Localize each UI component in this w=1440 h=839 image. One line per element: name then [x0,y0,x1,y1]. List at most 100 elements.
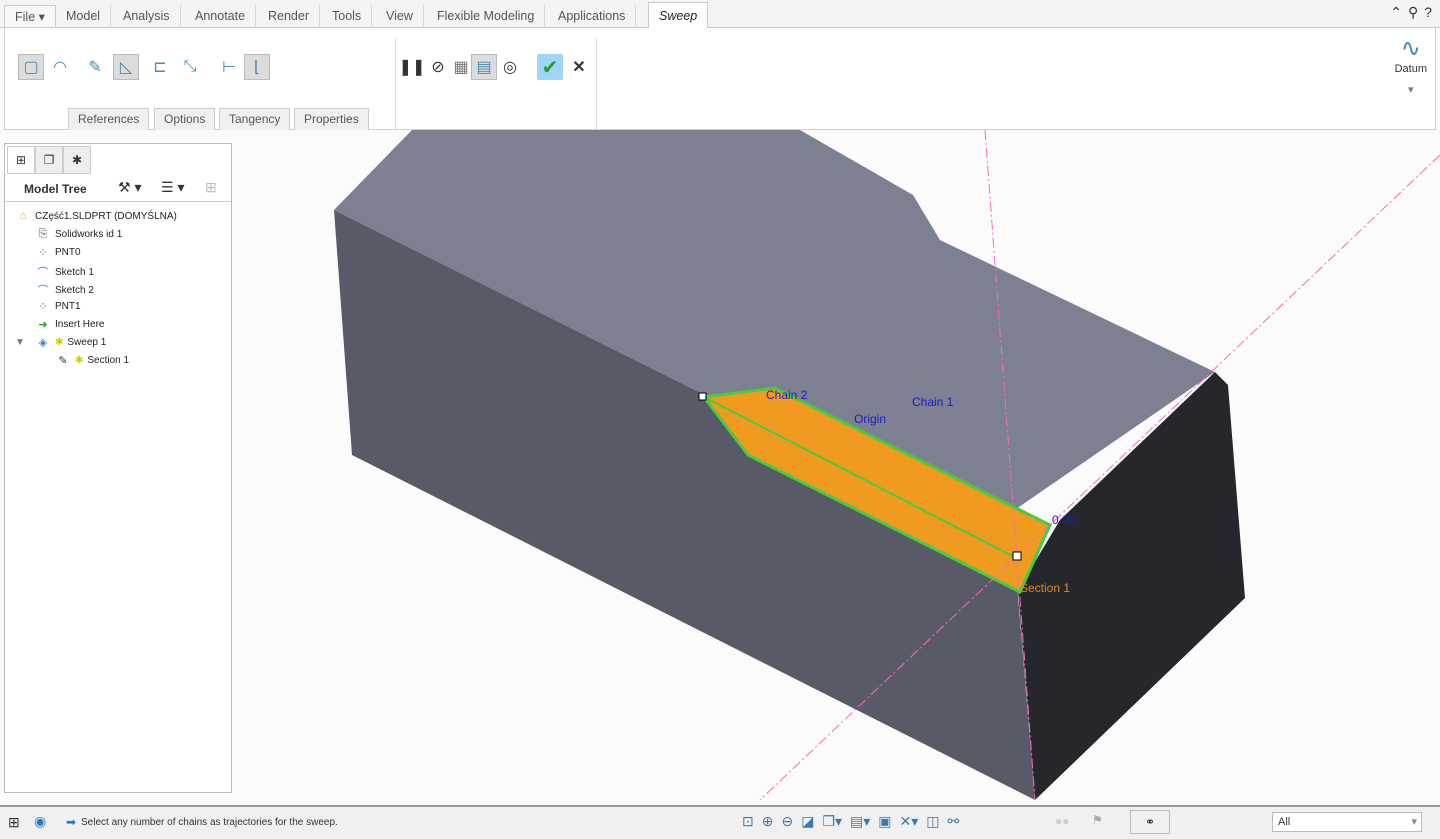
selection-filter-select[interactable]: All ▾ [1272,812,1422,832]
saved-views-icon[interactable]: ▤▾ [850,813,870,830]
tab-analysis[interactable]: Analysis [113,5,181,28]
record-icon[interactable]: ●● [1055,814,1070,828]
show-list-icon[interactable]: ☰ ▾ [161,179,184,196]
tree-item-label: Solidworks id 1 [55,229,123,240]
subtab-options[interactable]: Options [154,108,216,130]
repaint-icon[interactable]: ◪ [801,813,814,830]
tree-item-label: Sketch 1 [55,266,94,278]
datum-icon: ∿ [1400,35,1421,62]
browser-toggle-icon[interactable]: ◉ [34,813,46,830]
tree-item[interactable]: ⌒ Sketch 1 [35,264,94,280]
new-feature-star-icon: ✱ [75,355,84,366]
subtab-properties[interactable]: Properties [294,108,369,130]
tree-item[interactable]: ⌒ Sketch 2 [35,282,94,298]
tree-item[interactable]: ⁘ PNT0 [35,246,81,259]
tab-annotate[interactable]: Annotate [185,5,257,28]
chain2-label[interactable]: Chain 2 [766,388,807,402]
folder-browser-tab-icon[interactable]: ❐ [35,146,63,174]
annotation-display-icon[interactable]: ◫ [926,813,939,830]
tab-model[interactable]: Model [56,5,112,28]
model-tree-panel: ⊞ ❐ ✱ Model Tree ⚒ ▾ ☰ ▾ ⊞ ⌂ CZęść1.SLDPR… [4,143,232,793]
tab-tools[interactable]: Tools [322,5,373,28]
datum-display-icon[interactable]: ✕▾ [900,813,919,830]
tree-item[interactable]: ➜ Insert Here [35,318,104,331]
refit-icon[interactable]: ⊡ [742,813,754,830]
sketch-section-icon[interactable]: ✎ [82,54,108,80]
tab-applications[interactable]: Applications [548,5,637,28]
variable-section-icon[interactable]: ⌊ [244,54,270,80]
view-manager-icon[interactable]: ▣ [878,813,891,830]
file-menu[interactable]: File ▾ [4,5,56,28]
graphics-viewport[interactable]: Chain 2 Origin Chain 1 0.00 Section 1 [236,129,1440,805]
message-arrow-icon: ➡ [66,815,77,829]
part-icon: ⌂ [19,210,27,222]
section-label[interactable]: Section 1 [1020,581,1070,595]
insert-arrow-icon: ➜ [38,319,48,331]
flip-icon[interactable]: ⤡ [177,54,203,80]
tree-toggle-icon[interactable]: ⊞ [8,814,20,831]
tree-item[interactable]: ✎ ✱ Section 1 [55,354,129,367]
datum-button[interactable]: ∿ Datum ▾ [1395,34,1427,96]
sweep-icon: ◈ [38,337,48,349]
tree-item-label: CZęść1.SLDPRT (DOMYŚLNA) [35,210,177,222]
sketch-icon: ⌒ [37,285,49,297]
zoom-out-icon[interactable]: ⊖ [781,813,793,830]
favorites-tab-icon[interactable]: ✱ [63,146,91,174]
solid-icon[interactable]: ▢ [18,54,44,80]
surface-icon[interactable]: ◠ [47,54,73,80]
constant-section-icon[interactable]: ⊢ [216,54,242,80]
model-tree-title: Model Tree [24,182,87,196]
section-sketch-icon: ✎ [58,355,68,367]
new-feature-star-icon: ✱ [55,337,64,348]
tree-item-label: PNT1 [55,301,81,312]
subtab-tangency[interactable]: Tangency [219,108,291,130]
pause-icon[interactable]: ❚❚ [399,54,426,80]
datum-point-icon: ⁘ [38,301,48,313]
chevron-down-icon: ▾ [1411,816,1417,828]
tree-item-label: PNT0 [55,247,81,258]
search-icon[interactable]: ⚲ [1408,4,1418,21]
find-binoculars-icon[interactable]: ⚭ [1130,810,1170,834]
settings-tools-icon[interactable]: ⚒ ▾ [118,179,141,196]
tab-flexible-modeling[interactable]: Flexible Modeling [427,5,546,28]
ribbon: ▢ ◠ ✎ ◺ ⊏ ⤡ ⊢ ⌊ ❚❚ ⊘ ▦ ▤ ◎ ✔ ✕ Reference… [4,28,1436,130]
tree-item[interactable]: ⎘ Solidworks id 1 [35,228,123,241]
expand-triangle-icon[interactable]: ▼ [15,337,25,348]
datum-label: Datum [1394,63,1427,75]
chain1-label[interactable]: Chain 1 [912,395,953,409]
thicken-icon[interactable]: ⊏ [147,54,173,80]
ok-check-icon[interactable]: ✔ [537,54,563,80]
zoom-in-icon[interactable]: ⊕ [762,813,774,830]
datum-point-icon: ⁘ [38,247,48,259]
import-feature-icon: ⎘ [38,228,48,240]
status-bar: ⊞ ◉ ➡ Select any number of chains as tra… [0,805,1440,839]
dimension-label[interactable]: 0.00 [1052,513,1075,527]
tab-sweep[interactable]: Sweep [648,2,709,29]
help-icon[interactable]: ? [1424,4,1432,21]
remove-material-icon[interactable]: ◺ [113,54,139,80]
chevron-down-icon[interactable]: ▾ [1395,83,1427,96]
subtab-references[interactable]: References [68,108,150,130]
flag-icon[interactable]: ⚑ [1092,813,1103,827]
minimize-ribbon-icon[interactable]: ⌃ [1390,4,1402,21]
model-3d-view[interactable] [236,129,1440,805]
model-tree-tab-icon[interactable]: ⊞ [7,146,35,174]
tree-filter-icon[interactable]: ⊞ [205,179,217,196]
tab-render[interactable]: Render [258,5,320,28]
sketch-icon: ⌒ [37,267,49,279]
tab-view[interactable]: View [376,5,424,28]
cancel-x-icon[interactable]: ✕ [566,54,592,80]
tree-item[interactable]: ⁘ PNT1 [35,300,81,313]
verify-glasses-icon[interactable]: ◎ [497,54,523,80]
tree-item-label: Section 1 [87,355,130,366]
tree-item-label: Sweep 1 [67,337,107,348]
tree-item[interactable]: ▼ ◈ ✱ Sweep 1 [15,336,107,349]
origin-label[interactable]: Origin [854,412,886,426]
attached-preview-icon[interactable]: ▤ [471,54,497,80]
ribbon-tabs: File ▾ Model Analysis Annotate Render To… [0,0,1440,29]
spin-center-icon[interactable]: ⚯ [948,813,960,830]
filter-value: All [1278,816,1291,828]
file-label: File [15,10,36,24]
display-style-icon[interactable]: ❒▾ [822,813,842,830]
tree-item[interactable]: ⌂ CZęść1.SLDPRT (DOMYŚLNA) [15,210,177,222]
